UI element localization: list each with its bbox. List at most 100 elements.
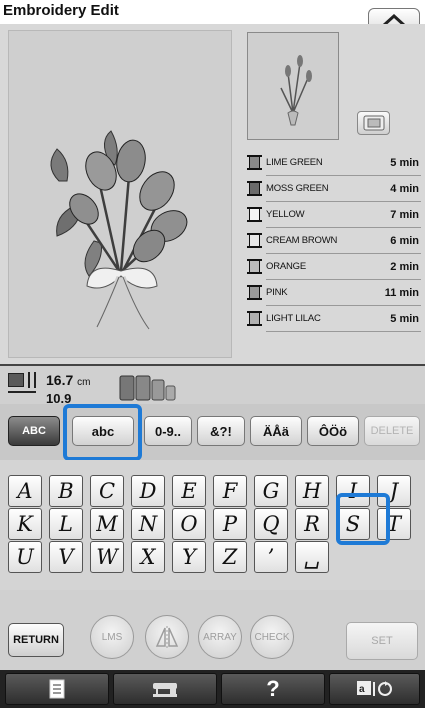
key-p[interactable]: P <box>213 508 247 540</box>
lms-button[interactable]: LMS <box>90 615 134 659</box>
key-c[interactable]: C <box>90 475 124 507</box>
thread-color-name: PINK <box>266 287 288 298</box>
key-o[interactable]: O <box>172 508 206 540</box>
key-apostrophe[interactable]: ’ <box>254 541 288 573</box>
main-area: LIME GREEN 5 min MOSS GREEN 4 min YELLOW 7 mi… <box>0 24 425 364</box>
settings-button[interactable]: a <box>329 673 420 705</box>
thread-stitch-time: 11 min <box>384 286 419 299</box>
key-r[interactable]: R <box>295 508 329 540</box>
settings-icon: a <box>356 681 392 696</box>
key-k[interactable]: K <box>8 508 42 540</box>
mirror-button[interactable] <box>145 615 189 659</box>
key-m[interactable]: M <box>90 508 124 540</box>
thread-spool-icon <box>247 311 262 326</box>
thread-color-row: MOSS GREEN 4 min <box>247 176 421 201</box>
thread-spool-icon <box>247 155 262 170</box>
key-f[interactable]: F <box>213 475 247 507</box>
thread-color-name: YELLOW <box>266 209 305 220</box>
key-g[interactable]: G <box>254 475 288 507</box>
thread-spool-icon <box>247 285 262 300</box>
tab-numbers[interactable]: 0-9.. <box>144 416 192 446</box>
preview-pattern-image <box>280 55 312 126</box>
thread-stitch-time: 7 min <box>390 208 419 221</box>
thread-color-name: LIME GREEN <box>266 157 323 168</box>
thread-color-list: LIME GREEN 5 min MOSS GREEN 4 min YELLOW 7 mi… <box>247 150 421 332</box>
tab-lowercase[interactable]: abc <box>72 416 134 446</box>
thread-color-row: LIME GREEN 5 min <box>247 150 421 175</box>
embroidery-frame-button[interactable] <box>357 111 390 135</box>
thread-stitch-time: 5 min <box>390 312 419 325</box>
check-button[interactable]: CHECK <box>250 615 294 659</box>
tab-accented-o[interactable]: ÔÖö <box>307 416 359 446</box>
font-size-icon[interactable] <box>118 374 208 402</box>
key-w[interactable]: W <box>90 541 124 573</box>
delete-button[interactable]: DELETE <box>364 416 420 446</box>
key-u[interactable]: U <box>8 541 42 573</box>
thread-color-name: ORANGE <box>266 261 306 272</box>
width-arrow-icon <box>8 391 36 399</box>
key-z[interactable]: Z <box>213 541 247 573</box>
document-icon <box>49 679 65 699</box>
embroidery-pattern-image <box>50 130 188 331</box>
pattern-preview <box>247 32 339 140</box>
thread-stitch-time: 4 min <box>390 182 419 195</box>
thread-stitch-time: 6 min <box>390 234 419 247</box>
key-n[interactable]: N <box>131 508 165 540</box>
key-y[interactable]: Y <box>172 541 206 573</box>
key-a[interactable]: A <box>8 475 42 507</box>
mirror-icon <box>155 626 179 648</box>
thread-spool-icon <box>247 259 262 274</box>
thread-color-name: CREAM BROWN <box>266 235 338 246</box>
height-arrow-icon <box>28 372 36 388</box>
size-info-strip: 16.7 cm 10.9 <box>0 364 425 404</box>
key-v[interactable]: V <box>49 541 83 573</box>
bottom-bar: ? a <box>0 670 425 708</box>
function-buttons: RETURN LMS ARRAY CHECK SET <box>0 590 425 670</box>
key-e[interactable]: E <box>172 475 206 507</box>
thread-color-row: PINK 11 min <box>247 280 421 305</box>
thread-stitch-time: 5 min <box>390 156 419 169</box>
key-x[interactable]: X <box>131 541 165 573</box>
thread-spool-icon <box>247 233 262 248</box>
return-button[interactable]: RETURN <box>8 623 64 657</box>
thread-stitch-time: 2 min <box>390 260 419 273</box>
array-button[interactable]: ARRAY <box>198 615 242 659</box>
tab-accented-a[interactable]: ÄÅä <box>250 416 302 446</box>
set-button[interactable]: SET <box>346 622 418 660</box>
thread-color-name: MOSS GREEN <box>266 183 329 194</box>
key-b[interactable]: B <box>49 475 83 507</box>
embroidery-canvas[interactable] <box>8 30 232 358</box>
thread-color-row: YELLOW 7 min <box>247 202 421 227</box>
character-keyboard: A B C D E F G H I J K L M N O P Q R S T U V W X Y Z’ ␣ <box>0 460 425 590</box>
key-q[interactable]: Q <box>254 508 288 540</box>
page-view-button[interactable] <box>5 673 109 705</box>
help-icon: ? <box>266 676 280 701</box>
thread-spool-icon <box>247 207 262 222</box>
key-t[interactable]: T <box>377 508 411 540</box>
thread-color-name: LIGHT LILAC <box>266 313 321 324</box>
sewing-machine-button[interactable] <box>113 673 217 705</box>
key-j[interactable]: J <box>377 475 411 507</box>
character-category-tabs: ABC abc 0-9.. &?! ÄÅä ÔÖö DELETE <box>0 404 425 460</box>
embroidery-frame-icon <box>363 115 384 131</box>
pattern-size-icon <box>8 373 24 387</box>
thread-divider <box>266 331 421 332</box>
key-space[interactable]: ␣ <box>295 541 329 573</box>
thread-spool-icon <box>247 181 262 196</box>
key-i[interactable]: I <box>336 475 370 507</box>
svg-text:a: a <box>359 684 365 695</box>
key-h[interactable]: H <box>295 475 329 507</box>
thread-color-row: LIGHT LILAC 5 min <box>247 306 421 331</box>
page-title: Embroidery Edit <box>3 2 119 19</box>
key-d[interactable]: D <box>131 475 165 507</box>
thread-color-row: CREAM BROWN 6 min <box>247 228 421 253</box>
help-button[interactable]: ? <box>221 673 325 705</box>
key-s[interactable]: S <box>336 508 370 540</box>
tab-symbols[interactable]: &?! <box>197 416 245 446</box>
sewing-machine-icon <box>153 683 177 697</box>
key-l[interactable]: L <box>49 508 83 540</box>
thread-color-row: ORANGE 2 min <box>247 254 421 279</box>
pattern-height: 10.9 <box>46 391 72 403</box>
tab-uppercase[interactable]: ABC <box>8 416 60 446</box>
pattern-width: 16.7 cm <box>46 372 91 388</box>
